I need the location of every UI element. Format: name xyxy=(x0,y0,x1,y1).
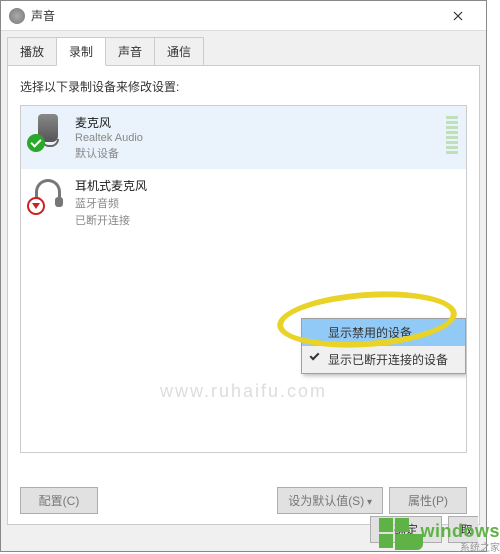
set-default-button[interactable]: 设为默认值(S) xyxy=(277,487,383,514)
tab-content: 选择以下录制设备来修改设置: 麦克风 Realtek Audio 默认设备 xyxy=(7,65,480,525)
menu-show-disconnected[interactable]: 显示已断开连接的设备 xyxy=(302,346,465,373)
default-badge-icon xyxy=(27,134,45,152)
device-driver: 蓝牙音频 xyxy=(75,195,147,211)
close-button[interactable] xyxy=(438,2,478,30)
close-icon xyxy=(453,11,463,21)
menu-label: 显示已断开连接的设备 xyxy=(328,353,448,367)
configure-button[interactable]: 配置(C) xyxy=(20,487,98,514)
watermark-sub: 系统之家 xyxy=(421,539,500,554)
tab-playback[interactable]: 播放 xyxy=(7,37,57,65)
device-driver: Realtek Audio xyxy=(75,132,143,144)
menu-label: 显示禁用的设备 xyxy=(328,326,412,340)
context-menu: 显示禁用的设备 显示已断开连接的设备 xyxy=(301,318,466,374)
microphone-icon xyxy=(31,114,65,148)
window-title: 声音 xyxy=(31,7,438,24)
device-status: 默认设备 xyxy=(75,145,143,161)
watermark: windows 系统之家 xyxy=(379,518,500,554)
tab-bar: 播放 录制 声音 通信 xyxy=(1,31,486,65)
device-text: 耳机式麦克风 蓝牙音频 已断开连接 xyxy=(75,177,147,228)
device-list[interactable]: 麦克风 Realtek Audio 默认设备 耳机式麦克风 蓝牙音频 已断开连接 xyxy=(20,105,467,453)
check-icon xyxy=(308,351,320,363)
properties-button[interactable]: 属性(P) xyxy=(389,487,467,514)
tab-sound[interactable]: 声音 xyxy=(105,37,155,65)
device-name: 麦克风 xyxy=(75,114,143,131)
watermark-text: windows xyxy=(421,522,500,540)
titlebar: 声音 xyxy=(1,1,486,31)
device-name: 耳机式麦克风 xyxy=(75,177,147,194)
windows-logo-icon xyxy=(379,518,419,554)
menu-show-disabled[interactable]: 显示禁用的设备 xyxy=(302,319,465,346)
sound-icon xyxy=(9,8,25,24)
sound-dialog: 声音 播放 录制 声音 通信 选择以下录制设备来修改设置: 麦克风 Realte… xyxy=(0,0,487,552)
device-item[interactable]: 麦克风 Realtek Audio 默认设备 xyxy=(21,106,466,169)
watermark-faint: www.ruhaifu.com xyxy=(160,381,327,402)
tab-comm[interactable]: 通信 xyxy=(154,37,204,65)
device-text: 麦克风 Realtek Audio 默认设备 xyxy=(75,114,143,161)
instruction-text: 选择以下录制设备来修改设置: xyxy=(20,78,467,95)
level-meter-icon xyxy=(446,116,458,154)
tab-record[interactable]: 录制 xyxy=(56,37,106,66)
disconnected-badge-icon xyxy=(27,197,45,215)
button-row: 配置(C) 设为默认值(S) 属性(P) xyxy=(20,487,467,514)
device-item[interactable]: 耳机式麦克风 蓝牙音频 已断开连接 xyxy=(21,169,466,236)
headset-icon xyxy=(31,177,65,211)
device-status: 已断开连接 xyxy=(75,212,147,228)
